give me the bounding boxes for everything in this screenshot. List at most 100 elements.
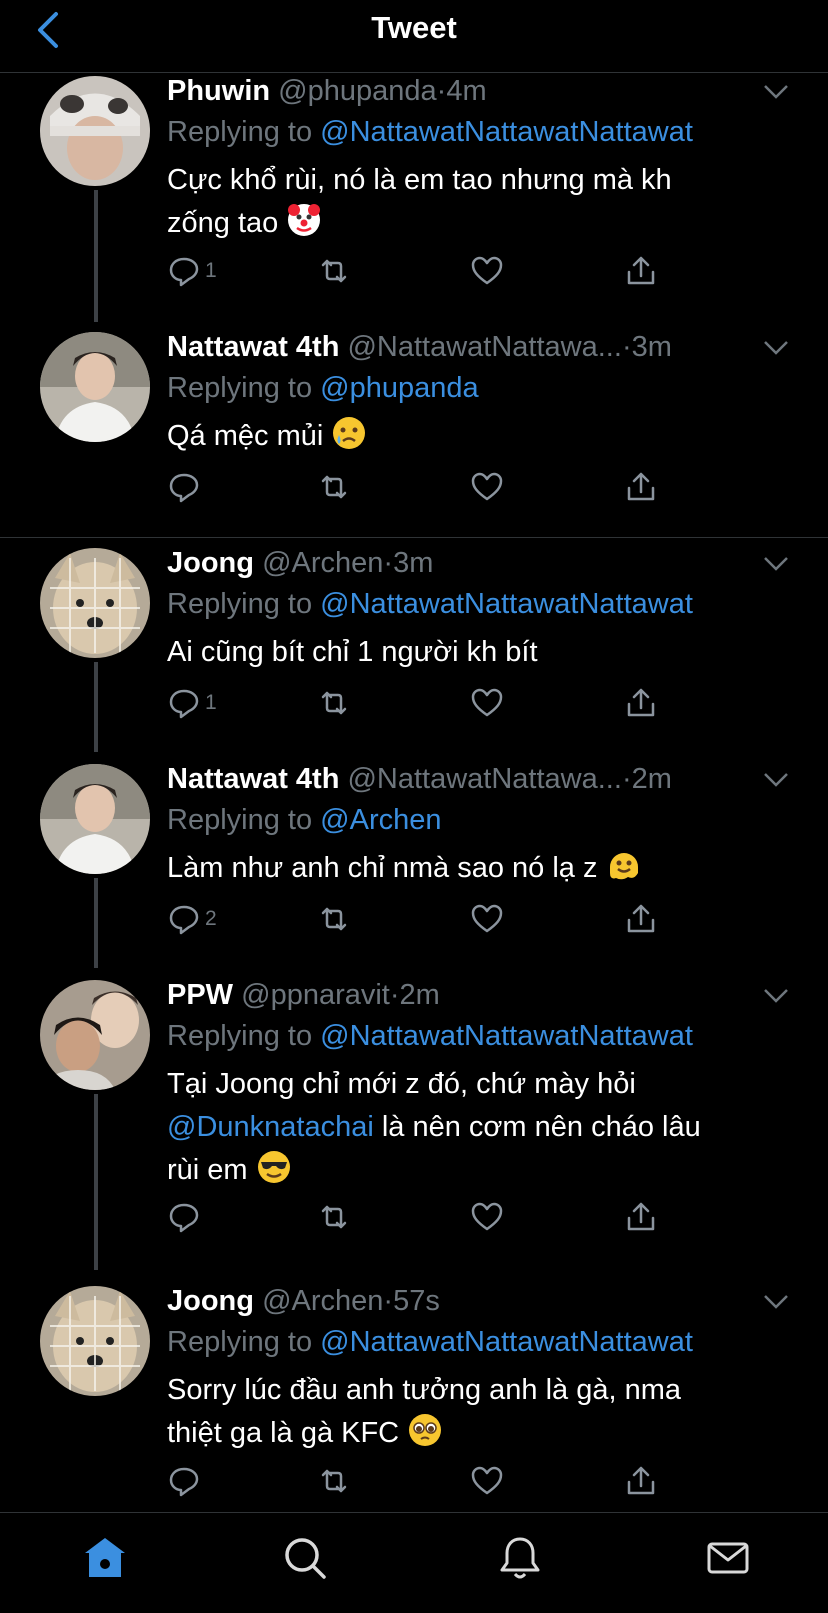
mention-link[interactable]: @NattawatNattawatNattawat <box>320 1020 693 1052</box>
heart-icon <box>471 1202 503 1231</box>
tweet-actions <box>167 1197 667 1237</box>
reply-icon <box>169 905 199 935</box>
avatar[interactable] <box>40 1286 150 1396</box>
tab-search[interactable] <box>280 1533 330 1583</box>
reply-button[interactable] <box>167 1197 201 1237</box>
share-icon <box>627 472 655 501</box>
tweet-text: Cực khổ rùi, nó là em tao nhưng mà kh zốn… <box>167 159 767 251</box>
chevron-down-icon[interactable] <box>762 987 790 1005</box>
like-button[interactable] <box>470 251 504 291</box>
reply-icon <box>169 1467 199 1497</box>
search-icon <box>285 1538 326 1579</box>
retweet-button[interactable] <box>317 1197 351 1237</box>
author-name[interactable]: PPW <box>167 979 233 1011</box>
replying-to: Replying to @NattawatNattawatNattawat <box>167 1020 693 1052</box>
conversation-divider <box>0 537 828 538</box>
reply-count: 1 <box>205 259 217 282</box>
mention-link[interactable]: @NattawatNattawatNattawat <box>320 588 693 620</box>
chevron-down-icon[interactable] <box>762 555 790 573</box>
author-handle[interactable]: @NattawatNattawa... <box>347 331 621 363</box>
share-button[interactable] <box>624 467 658 507</box>
author-name[interactable]: Joong <box>167 1285 254 1317</box>
reply-count: 1 <box>205 691 217 714</box>
heart-icon <box>471 688 503 717</box>
like-button[interactable] <box>470 683 504 723</box>
share-button[interactable] <box>624 1461 658 1501</box>
like-button[interactable] <box>470 899 504 939</box>
chevron-down-icon[interactable] <box>762 771 790 789</box>
author-handle[interactable]: @NattawatNattawa... <box>347 763 621 795</box>
reply-button[interactable] <box>167 1461 201 1501</box>
chevron-down-icon[interactable] <box>762 83 790 101</box>
chevron-down-icon[interactable] <box>762 1293 790 1311</box>
mention-link[interactable]: @phupanda <box>320 372 478 404</box>
retweet-button[interactable] <box>317 683 351 723</box>
author-handle[interactable]: @Archen <box>262 547 383 579</box>
reply-icon <box>169 257 199 287</box>
sunglasses-face-emoji <box>256 1149 292 1198</box>
share-button[interactable] <box>624 683 658 723</box>
timestamp: 3m <box>631 331 672 363</box>
mention-link[interactable]: @Dunknatachai <box>167 1111 374 1143</box>
tweet-actions: 1 <box>167 251 667 291</box>
replying-to: Replying to @NattawatNattawatNattawat <box>167 588 693 620</box>
mention-link[interactable]: @NattawatNattawatNattawat <box>320 1326 693 1358</box>
timestamp: 3m <box>393 547 434 579</box>
chevron-down-icon[interactable] <box>762 339 790 357</box>
tweet-text: Ai cũng bít chỉ 1 người kh bít <box>167 636 538 668</box>
timestamp: 57s <box>393 1285 440 1317</box>
heart-icon <box>471 904 503 933</box>
author-handle[interactable]: @ppnaravit <box>241 979 390 1011</box>
share-icon <box>627 904 655 933</box>
author-name[interactable]: Phuwin <box>167 75 270 107</box>
share-icon <box>627 256 655 285</box>
reply-button[interactable]: 1 <box>167 251 217 291</box>
retweet-button[interactable] <box>317 899 351 939</box>
reply-button[interactable] <box>167 467 201 507</box>
mention-link[interactable]: @NattawatNattawatNattawat <box>320 116 693 148</box>
thread-connector <box>94 662 98 752</box>
reply-button[interactable]: 1 <box>167 683 217 723</box>
retweet-button[interactable] <box>317 251 351 291</box>
avatar[interactable] <box>40 548 150 658</box>
heart-icon <box>471 256 503 285</box>
retweet-icon <box>321 1205 347 1229</box>
replying-to: Replying to @NattawatNattawatNattawat <box>167 1326 693 1358</box>
avatar[interactable] <box>40 764 150 874</box>
author-name[interactable]: Nattawat 4th <box>167 331 339 363</box>
tweet-thread[interactable]: Phuwin @phupanda·4m Replying to @Nattawa… <box>0 73 828 1513</box>
author-handle[interactable]: @Archen <box>262 1285 383 1317</box>
replying-to: Replying to @Archen <box>167 804 442 836</box>
like-button[interactable] <box>470 1197 504 1237</box>
author-handle[interactable]: @phupanda <box>278 75 436 107</box>
reply-button[interactable]: 2 <box>167 899 217 939</box>
melting-face-emoji <box>606 847 642 896</box>
retweet-button[interactable] <box>317 467 351 507</box>
top-bar: Tweet <box>0 0 828 73</box>
tweet-actions: 1 <box>167 683 667 723</box>
tab-notifications[interactable] <box>495 1533 545 1583</box>
author-name[interactable]: Nattawat 4th <box>167 763 339 795</box>
reply-icon <box>169 473 199 503</box>
tweet-text: Tại Joong chỉ mới z đó, chứ mày hỏi @Dunk… <box>167 1063 767 1198</box>
avatar[interactable] <box>40 332 150 442</box>
share-button[interactable] <box>624 899 658 939</box>
author-name[interactable]: Joong <box>167 547 254 579</box>
tab-home[interactable] <box>80 1533 130 1583</box>
like-button[interactable] <box>470 467 504 507</box>
heart-icon <box>471 1466 503 1495</box>
share-button[interactable] <box>624 251 658 291</box>
mention-link[interactable]: @Archen <box>320 804 441 836</box>
thread-connector <box>94 190 98 322</box>
avatar[interactable] <box>40 980 150 1090</box>
notifications-bell-icon <box>500 1537 540 1579</box>
avatar[interactable] <box>40 76 150 186</box>
timestamp: 2m <box>399 979 440 1011</box>
retweet-button[interactable] <box>317 1461 351 1501</box>
tab-messages[interactable] <box>703 1533 753 1583</box>
retweet-icon <box>321 259 347 283</box>
tweet-actions: 2 <box>167 899 667 939</box>
like-button[interactable] <box>470 1461 504 1501</box>
share-button[interactable] <box>624 1197 658 1237</box>
tweet-text: Qá mệc mủi <box>167 415 767 464</box>
